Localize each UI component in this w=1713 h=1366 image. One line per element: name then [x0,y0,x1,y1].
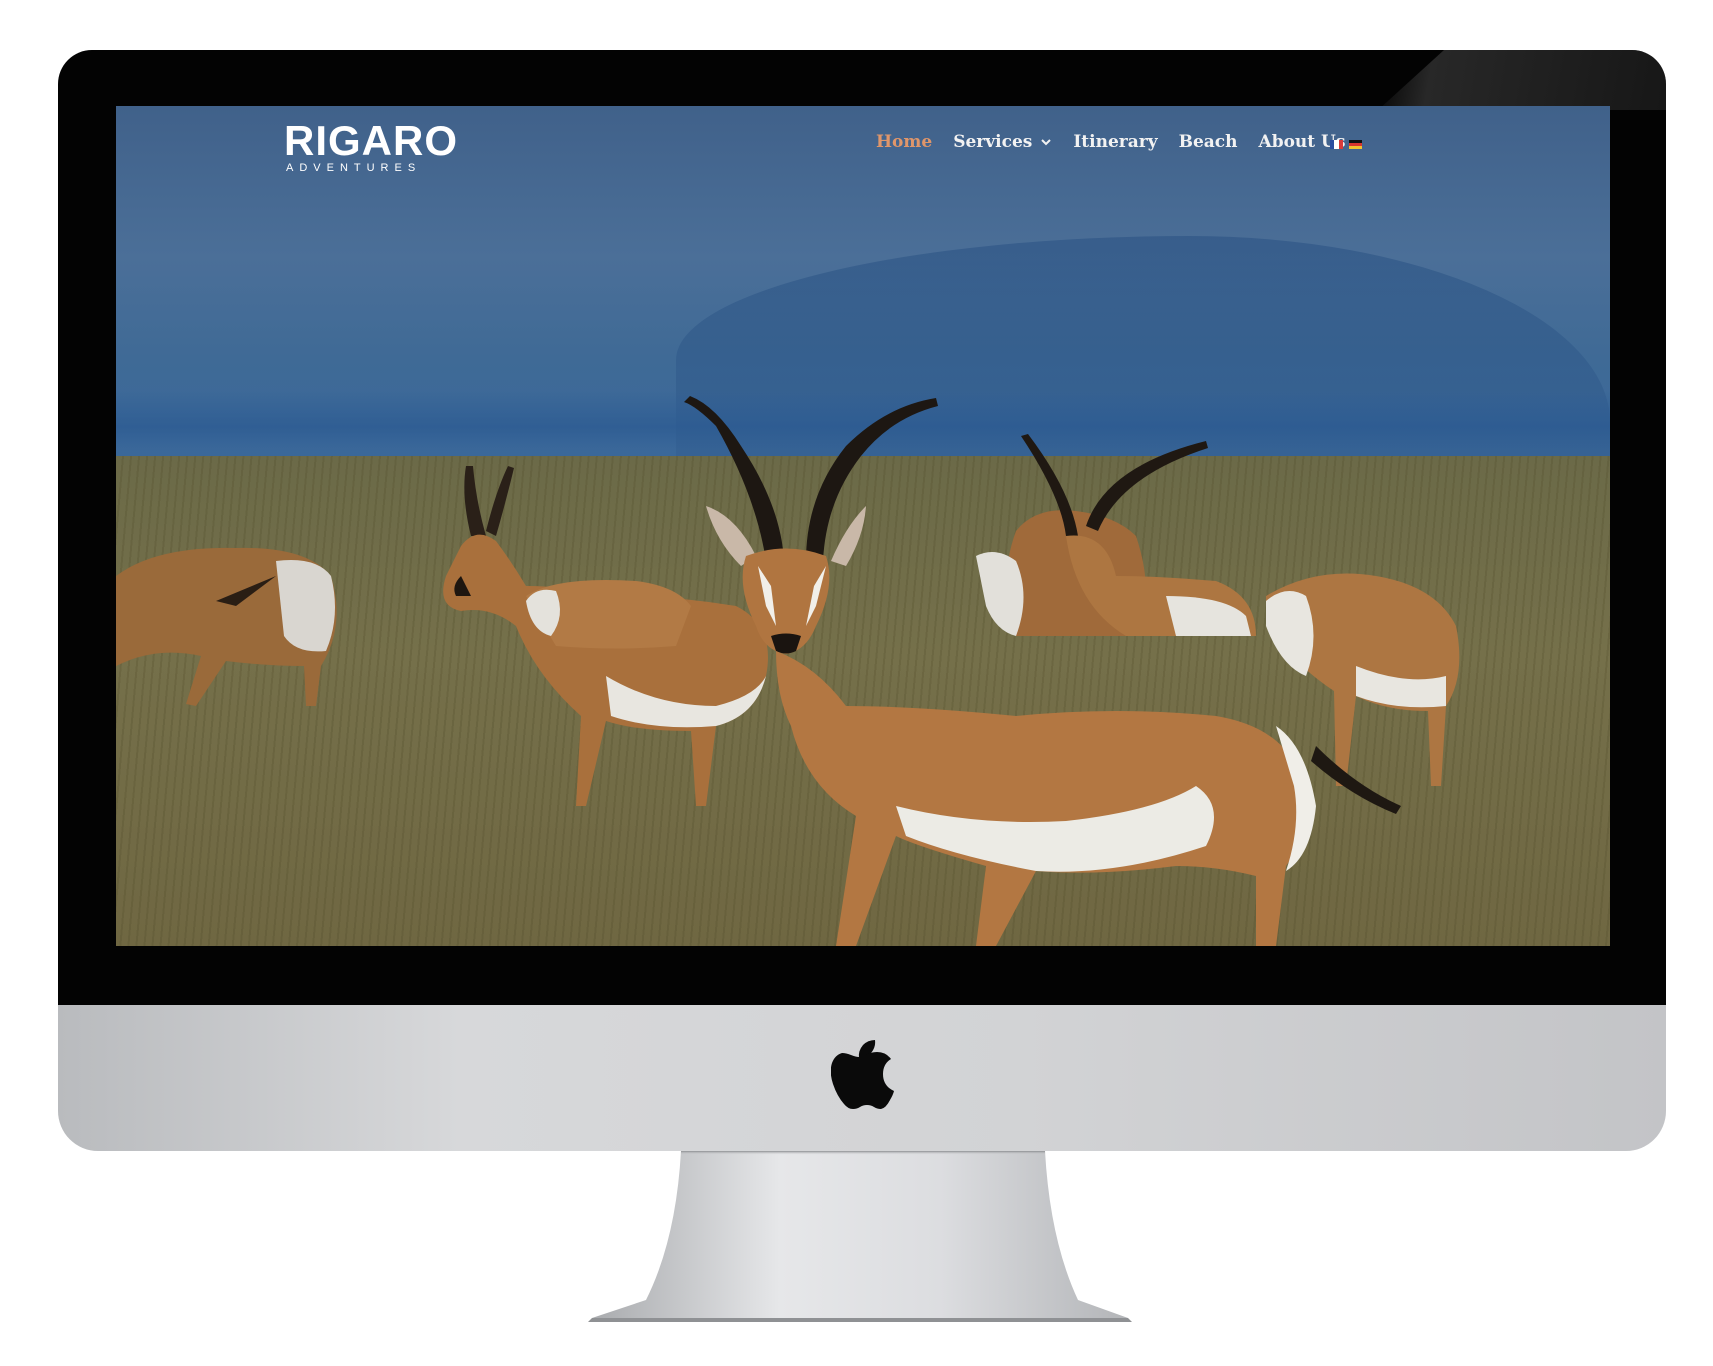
language-switcher [1330,140,1362,149]
nav-itinerary[interactable]: Itinerary [1073,132,1157,152]
french-flag-icon[interactable] [1330,140,1343,149]
nav-services-label: Services [953,132,1033,152]
site-logo[interactable]: RIGARO ADVENTURES [284,116,457,180]
main-navigation: Home Services Itinerary Beach About Us [876,132,1366,152]
bezel-reflection [1378,50,1666,110]
logo-wordmark: RIGARO [284,117,458,164]
german-flag-icon[interactable] [1349,140,1362,149]
nav-services[interactable]: Services [953,132,1052,152]
website-screen: RIGARO ADVENTURES Home Services Itinerar… [116,106,1610,946]
imac-mockup: RIGARO ADVENTURES Home Services Itinerar… [0,0,1713,1366]
gazelle-left [116,547,337,706]
gazelle-main [684,396,1401,946]
nav-beach[interactable]: Beach [1179,132,1238,152]
nav-home-label: Home [876,132,933,152]
nav-beach-label: Beach [1178,132,1238,152]
nav-itinerary-label: Itinerary [1073,132,1158,152]
apple-logo-icon [831,1040,894,1109]
hero-image-gazelles [116,396,1460,946]
site-header: RIGARO ADVENTURES Home Services Itinerar… [116,106,1610,186]
nav-home[interactable]: Home [876,132,932,152]
chevron-down-icon [1041,139,1052,146]
logo-tagline: ADVENTURES [286,162,422,174]
